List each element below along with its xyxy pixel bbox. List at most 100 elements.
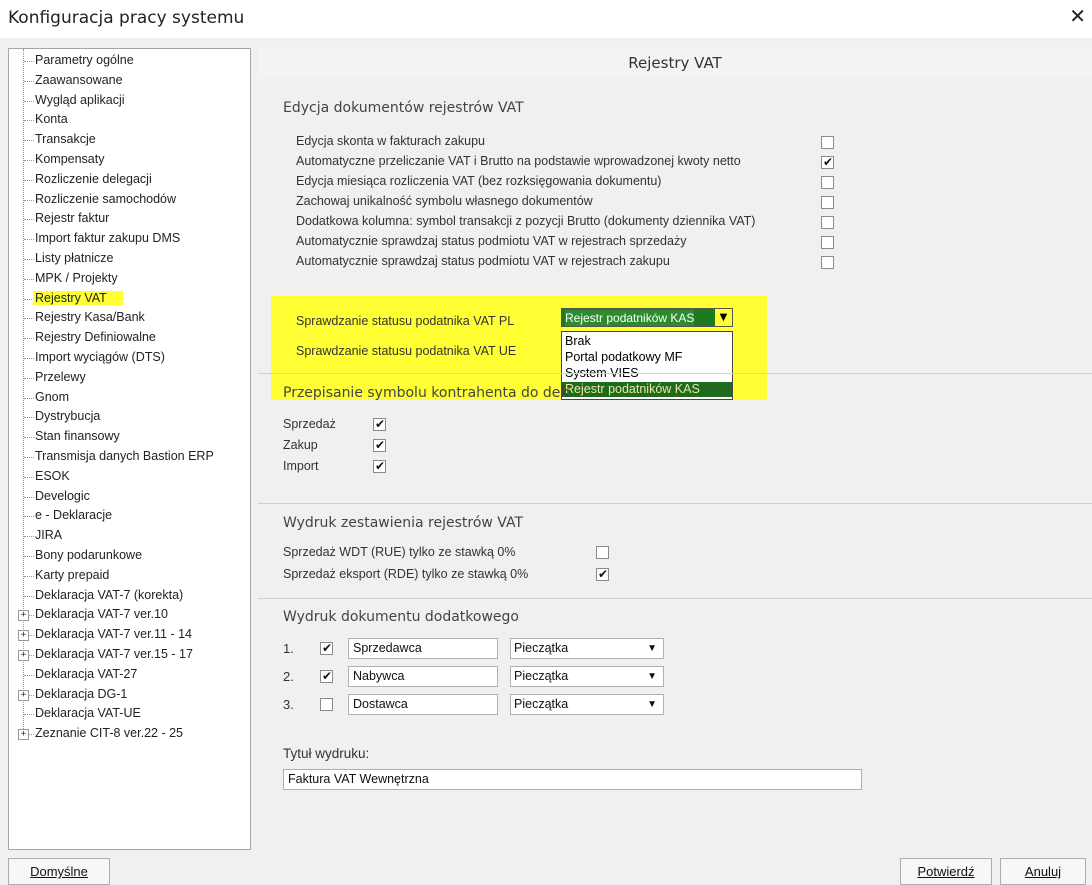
tree-item-7[interactable]: Rozliczenie samochodów (33, 190, 178, 209)
g4-stamp-value: Pieczątka (514, 669, 569, 683)
tree-item-8[interactable]: Rejestr faktur (33, 209, 111, 228)
tree-item-label: Rozliczenie delegacji (35, 171, 152, 186)
tree-item-31[interactable]: Deklaracja VAT-27 (33, 665, 139, 684)
status-pl-combo-value: Rejestr podatników KAS (565, 310, 695, 326)
g1-row-label-1: Automatyczne przeliczanie VAT i Brutto n… (296, 154, 741, 168)
tree-item-14[interactable]: Rejestry Definiowalne (33, 328, 158, 347)
tree-item-label: Stan finansowy (35, 429, 120, 444)
g1-checkbox-1[interactable]: ✔ (821, 155, 834, 169)
g4-checkbox-2[interactable] (320, 698, 333, 711)
close-icon[interactable]: ✕ (1069, 6, 1086, 26)
tree-item-label: Deklaracja VAT-UE (35, 706, 141, 721)
group-print-summary (258, 503, 1092, 504)
tree-item-21[interactable]: ESOK (33, 467, 72, 486)
dropdown-option-1[interactable]: Portal podatkowy MF (562, 350, 732, 365)
panel-title: Rejestry VAT (258, 48, 1092, 78)
expand-icon[interactable]: + (18, 610, 29, 622)
tree-item-32[interactable]: Deklaracja DG-1 (33, 685, 129, 704)
check-icon: ✔ (322, 641, 333, 655)
g1-row-label-0: Edycja skonta w fakturach zakupu (296, 134, 485, 148)
tree-item-16[interactable]: Przelewy (33, 368, 88, 387)
tree-item-label: Transmisja danych Bastion ERP (35, 449, 214, 463)
tree-item-27[interactable]: Deklaracja VAT-7 (korekta) (33, 586, 185, 605)
expand-icon[interactable]: + (18, 650, 29, 661)
g1-checkbox-5[interactable] (821, 236, 834, 249)
group-edit-docs-title: Edycja dokumentów rejestrów VAT (283, 100, 524, 116)
chevron-down-icon[interactable]: ▼ (647, 695, 657, 714)
tree-item-2[interactable]: Wygląd aplikacji (33, 91, 127, 110)
chevron-down-icon[interactable]: ▼ (647, 667, 657, 686)
tree-item-18[interactable]: Dystrybucja (33, 407, 102, 426)
tree-item-label: Listy płatnicze (35, 251, 114, 265)
g2-checkbox-2[interactable]: ✔ (373, 459, 386, 473)
g3-row-label-1: Sprzedaż eksport (RDE) tylko ze stawką 0… (283, 567, 529, 581)
g3-row-label-0: Sprzedaż WDT (RUE) tylko ze stawką 0% (283, 545, 516, 559)
dropdown-option-0[interactable]: Brak (562, 334, 732, 349)
tree-item-15[interactable]: Import wyciągów (DTS) (33, 348, 167, 367)
tree-item-11[interactable]: MPK / Projekty (33, 269, 120, 288)
tree-item-3[interactable]: Konta (33, 110, 70, 129)
chevron-down-icon[interactable]: ▼ (715, 309, 732, 326)
tree-item-9[interactable]: Import faktur zakupu DMS (33, 229, 182, 248)
g4-row-number-2: 3. (283, 697, 294, 712)
g3-checkbox-0[interactable] (596, 546, 609, 559)
g3-checkbox-1[interactable]: ✔ (596, 567, 609, 581)
tree-item-28[interactable]: Deklaracja VAT-7 ver.10 (33, 605, 170, 624)
tree-item-19[interactable]: Stan finansowy (33, 427, 122, 446)
g1-row-label-5: Automatycznie sprawdzaj status podmiotu … (296, 234, 687, 248)
tree-item-4[interactable]: Transakcje (33, 130, 98, 149)
check-icon: ✔ (823, 155, 834, 169)
tree-item-1[interactable]: Zaawansowane (33, 71, 125, 90)
g1-checkbox-0[interactable] (821, 136, 834, 149)
g4-stamp-select-0[interactable]: Pieczątka ▼ (510, 638, 664, 659)
g4-name-input-0[interactable]: Sprzedawca (348, 638, 498, 659)
g1-checkbox-2[interactable] (821, 176, 834, 189)
tree-item-34[interactable]: Zeznanie CIT-8 ver.22 - 25 (33, 724, 185, 743)
tree-item-12[interactable]: Rejestry VAT (33, 289, 123, 308)
chevron-down-icon[interactable]: ▼ (647, 639, 657, 658)
tree-item-25[interactable]: Bony podarunkowe (33, 546, 144, 565)
tree-item-10[interactable]: Listy płatnicze (33, 249, 116, 268)
window-title: Konfiguracja pracy systemu (8, 8, 245, 28)
expand-icon[interactable]: + (18, 689, 29, 701)
g1-checkbox-3[interactable] (821, 196, 834, 209)
tree-item-33[interactable]: Deklaracja VAT-UE (33, 704, 143, 723)
tree-item-6[interactable]: Rozliczenie delegacji (33, 170, 154, 189)
tree-item-0[interactable]: Parametry ogólne (33, 51, 136, 70)
g4-name-input-2[interactable]: Dostawca (348, 694, 498, 715)
tree-item-17[interactable]: Gnom (33, 388, 71, 407)
tree-item-23[interactable]: e - Deklaracje (33, 506, 114, 525)
tree-item-5[interactable]: Kompensaty (33, 150, 106, 169)
tree-item-20[interactable]: Transmisja danych Bastion ERP (33, 447, 216, 466)
print-title-input[interactable]: Faktura VAT Wewnętrzna (283, 769, 862, 790)
g2-checkbox-1[interactable]: ✔ (373, 438, 386, 452)
tree-item-24[interactable]: JIRA (33, 526, 64, 545)
confirm-button-label: Potwierdź (917, 864, 975, 879)
g4-stamp-select-2[interactable]: Pieczątka ▼ (510, 694, 664, 715)
tree-item-26[interactable]: Karty prepaid (33, 566, 111, 585)
g1-checkbox-4[interactable] (821, 216, 834, 229)
tree-item-label: Deklaracja VAT-7 (korekta) (35, 587, 184, 602)
tree-item-30[interactable]: Deklaracja VAT-7 ver.15 - 17 (33, 645, 195, 664)
tree-item-29[interactable]: Deklaracja VAT-7 ver.11 - 14 (33, 625, 194, 644)
g4-name-input-1[interactable]: Nabywca (348, 666, 498, 687)
settings-panel: Rejestry VAT Edycja dokumentów rejestrów… (258, 48, 1092, 854)
g4-checkbox-1[interactable]: ✔ (320, 669, 333, 683)
g1-checkbox-6[interactable] (821, 256, 834, 269)
tree-item-label: Konta (35, 112, 68, 127)
status-pl-combo[interactable]: Rejestr podatników KAS ▼ (561, 308, 733, 327)
expand-icon[interactable]: + (18, 630, 29, 642)
g2-checkbox-0[interactable]: ✔ (373, 417, 386, 431)
expand-icon[interactable]: + (18, 729, 29, 741)
tree-item-22[interactable]: Develogic (33, 487, 92, 506)
check-icon: ✔ (598, 567, 609, 581)
cancel-button-label: Anuluj (1024, 864, 1062, 879)
g4-stamp-select-1[interactable]: Pieczątka ▼ (510, 666, 664, 687)
tree-item-13[interactable]: Rejestry Kasa/Bank (33, 308, 147, 327)
dropdown-option-3[interactable]: Rejestr podatników KAS (562, 382, 732, 397)
tree-item-label: Zaawansowane (35, 72, 123, 87)
g4-checkbox-0[interactable]: ✔ (320, 641, 333, 655)
tree-item-label: Dystrybucja (35, 409, 101, 424)
g4-stamp-value: Pieczątka (514, 641, 569, 655)
tree-item-label: Deklaracja VAT-7 ver.11 - 14 (35, 627, 193, 642)
